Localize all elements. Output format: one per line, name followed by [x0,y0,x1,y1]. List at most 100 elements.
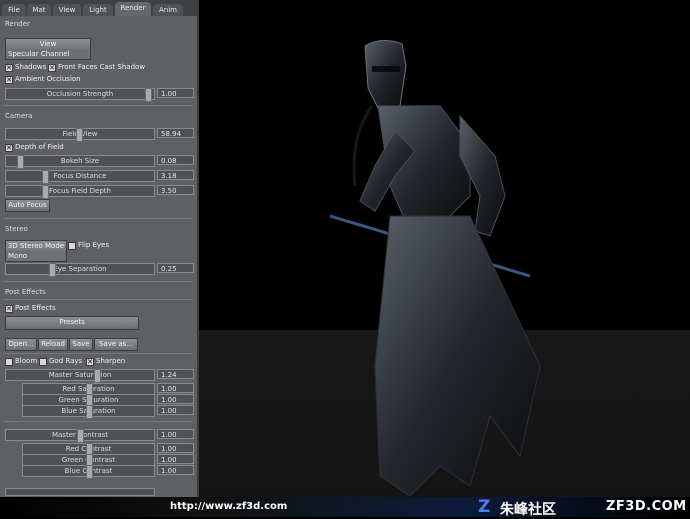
blue-saturation-slider[interactable]: Blue Saturation [22,405,155,419]
tab-anim[interactable]: Anim [153,4,183,16]
bokeh-size-value[interactable]: 0.08 [157,155,194,165]
sharpen-checkbox[interactable]: ✕ Sharpen [86,357,125,366]
view-channel-dropdown[interactable]: View Specular Channel [5,38,91,60]
slider-knob[interactable] [49,263,56,277]
view-dropdown-label: View [6,39,90,49]
section-stereo-heading: Stereo [5,225,28,233]
focus-field-depth-slider[interactable]: Focus Field Depth [5,185,155,199]
slider-knob[interactable] [94,369,101,383]
divider [3,281,193,282]
focus-distance-value[interactable]: 3.18 [157,170,194,180]
view-dropdown-value: Specular Channel [8,50,70,58]
checkbox-empty [39,358,47,366]
save-button[interactable]: Save [69,338,93,351]
slider-knob[interactable] [86,465,93,479]
tab-render[interactable]: Render [115,2,151,16]
slider-knob[interactable] [42,170,49,184]
footer-url: http://www.zf3d.com [170,501,288,512]
slider-knob[interactable] [86,405,93,419]
checkbox-empty [5,358,13,366]
front-faces-label: Front Faces Cast Shadow [58,63,146,71]
divider [3,353,193,354]
front-faces-checkbox[interactable]: ✕ Front Faces Cast Shadow [48,63,145,72]
focus-distance-slider[interactable]: Focus Distance [5,170,155,184]
occlusion-strength-slider[interactable]: Occlusion Strength [5,88,155,102]
slider-knob[interactable] [145,88,152,102]
master-saturation-label: Master Saturation [48,371,112,379]
blue-contrast-value[interactable]: 1.00 [157,465,194,475]
field-of-view-value[interactable]: 58.94 [157,128,194,138]
divider [3,105,193,106]
red-contrast-value[interactable]: 1.00 [157,443,194,453]
auto-focus-button[interactable]: Auto Focus [5,199,50,212]
stereo-mode-label: 3D Stereo Mode [6,241,66,251]
master-saturation-slider[interactable]: Master Saturation [5,369,155,383]
blue-saturation-value[interactable]: 1.00 [157,405,194,415]
watermark-footer: http://www.zf3d.com Z 朱峰社区 ZF3D.COM [0,497,690,518]
divider [3,299,193,300]
depth-of-field-checkbox[interactable]: ✕ Depth of Field [5,143,64,152]
reload-button[interactable]: Reload [38,338,68,351]
section-camera-heading: Camera [5,112,33,120]
slider-knob[interactable] [77,429,84,443]
save-as-button[interactable]: Save as... [94,338,138,351]
eye-separation-slider[interactable]: Eye Separation [5,263,155,277]
stereo-mode-dropdown[interactable]: 3D Stereo Mode Mono [5,240,67,262]
checkbox-empty [68,242,76,250]
green-saturation-value[interactable]: 1.00 [157,394,194,404]
green-contrast-value[interactable]: 1.00 [157,454,194,464]
flip-eyes-label: Flip Eyes [78,241,110,249]
footer-brand-cn: 朱峰社区 [500,502,556,518]
extra-slider-partial[interactable] [5,488,155,496]
check-icon: ✕ [48,64,56,72]
eye-separation-value[interactable]: 0.25 [157,263,194,273]
focus-field-depth-value[interactable]: 3.50 [157,185,194,195]
check-icon: ✕ [5,305,13,313]
ambient-occlusion-label: Ambient Occlusion [15,75,81,83]
bloom-checkbox[interactable]: Bloom [5,357,37,366]
post-effects-label: Post Effects [15,304,56,312]
divider [3,421,193,422]
field-of-view-slider[interactable]: Field View [5,128,155,142]
focus-field-depth-label: Focus Field Depth [49,187,111,195]
eye-separation-label: Eye Separation [53,265,107,273]
section-post-effects-heading: Post Effects [5,288,46,296]
slider-knob[interactable] [76,128,83,142]
check-icon: ✕ [5,76,13,84]
divider [3,218,193,219]
blue-contrast-slider[interactable]: Blue Contrast [22,465,155,479]
tab-light[interactable]: Light [83,4,113,16]
red-saturation-value[interactable]: 1.00 [157,383,194,393]
open-button[interactable]: Open... [5,338,37,351]
slider-knob[interactable] [42,185,49,199]
focus-distance-label: Focus Distance [53,172,107,180]
depth-of-field-label: Depth of Field [15,143,64,151]
master-contrast-slider[interactable]: Master Contrast [5,429,155,443]
master-saturation-value[interactable]: 1.24 [157,369,194,379]
shadows-checkbox[interactable]: ✕ Shadows [5,63,46,72]
zf-logo-icon: Z [478,497,491,517]
check-icon: ✕ [86,358,94,366]
tab-bar: File Mat View Light Render Anim [0,0,197,16]
ambient-occlusion-checkbox[interactable]: ✕ Ambient Occlusion [5,75,81,84]
sharpen-label: Sharpen [96,357,126,365]
post-effects-checkbox[interactable]: ✕ Post Effects [5,304,56,313]
shadows-label: Shadows [15,63,47,71]
god-rays-checkbox[interactable]: God Rays [39,357,82,366]
render-settings-panel: File Mat View Light Render Anim Render V… [0,0,199,497]
tab-file[interactable]: File [2,4,26,16]
tab-mat[interactable]: Mat [27,4,51,16]
master-contrast-value[interactable]: 1.00 [157,429,194,439]
slider-knob[interactable] [17,155,24,169]
occlusion-strength-value[interactable]: 1.00 [157,88,194,98]
bokeh-size-slider[interactable]: Bokeh Size [5,155,155,169]
bloom-label: Bloom [15,357,38,365]
armored-character-render [329,40,541,496]
god-rays-label: God Rays [49,357,83,365]
footer-brand-site: ZF3D.COM [606,499,687,514]
tab-view[interactable]: View [53,4,81,16]
bokeh-size-label: Bokeh Size [60,157,100,165]
presets-dropdown[interactable]: Presets [5,316,139,330]
section-render-heading: Render [5,20,30,28]
flip-eyes-checkbox[interactable]: Flip Eyes [68,241,109,250]
